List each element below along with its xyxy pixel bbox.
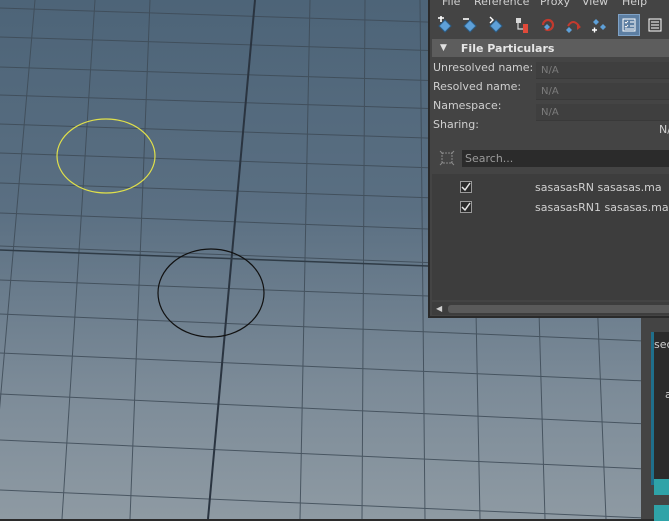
reference-label: sasasasRN1 sasasas.ma (535, 201, 669, 214)
reference-load-checkbox[interactable] (460, 181, 472, 193)
replace-reference-button[interactable] (563, 14, 585, 36)
search-row (432, 146, 669, 170)
sharing-value: N/ (659, 123, 669, 136)
file-particulars-title: File Particulars (460, 41, 555, 55)
replace-reference-icon (566, 21, 581, 33)
remove-reference-button[interactable] (459, 14, 481, 36)
reference-list: sasasasRN sasasas.ma sasasasRN1 sasasas.… (432, 174, 669, 300)
menu-bar: File Reference Proxy View Help (430, 0, 669, 9)
namespace-label: Namespace: (433, 99, 502, 112)
search-input[interactable] (462, 150, 669, 167)
selected-circle-curve[interactable] (56, 118, 156, 194)
dock-card (651, 332, 669, 485)
reference-label: sasasasRN sasasas.ma (535, 181, 662, 194)
proxy-reference-button[interactable] (589, 14, 611, 36)
reference-hierarchy-icon (516, 18, 528, 33)
dock-card-body (654, 332, 669, 485)
dock-label-fragment: sec (654, 338, 669, 351)
dock-letter-fragment: a (665, 388, 669, 401)
menu-proxy[interactable]: Proxy (540, 0, 570, 8)
sharing-row: Sharing: N/ (432, 118, 669, 136)
reference-hierarchy-button[interactable] (511, 14, 533, 36)
proxy-reference-icon (592, 19, 606, 33)
checkmark-icon (461, 182, 471, 192)
import-reference-icon (489, 16, 503, 33)
resolved-name-label: Resolved name: (433, 80, 522, 93)
list-view-button[interactable] (618, 14, 640, 36)
menu-view[interactable]: View (582, 0, 608, 8)
toolbar (430, 12, 669, 38)
reference-load-checkbox[interactable] (460, 201, 472, 213)
unresolved-name-label: Unresolved name: (433, 61, 534, 74)
horizontal-scrollbar[interactable]: ◀ (432, 302, 669, 315)
scroll-left-arrow-icon[interactable]: ◀ (436, 304, 442, 313)
right-dock-panel: sec a (641, 318, 669, 521)
circle-curve[interactable] (157, 248, 265, 338)
menu-file[interactable]: File (442, 0, 460, 8)
unresolved-name-row: Unresolved name: N/A (432, 61, 669, 79)
file-particulars-header[interactable]: ▼ File Particulars (432, 39, 669, 57)
list-item[interactable]: sasasasRN sasasas.ma (432, 178, 669, 198)
list-item[interactable]: sasasasRN1 sasasas.ma (432, 198, 669, 218)
checkmark-icon (461, 202, 471, 212)
reload-reference-icon (541, 18, 555, 32)
reload-reference-button[interactable] (537, 14, 559, 36)
menu-help[interactable]: Help (622, 0, 647, 8)
list-view-icon (622, 18, 636, 32)
scrollbar-thumb[interactable] (448, 305, 669, 313)
unresolved-name-field[interactable]: N/A (536, 62, 669, 79)
details-view-icon (648, 18, 662, 32)
remove-reference-icon (463, 18, 477, 33)
add-reference-button[interactable] (434, 14, 456, 36)
dock-teal-button[interactable] (654, 479, 669, 495)
details-view-button[interactable] (644, 14, 666, 36)
menu-reference[interactable]: Reference (474, 0, 529, 8)
import-reference-button[interactable] (485, 14, 507, 36)
resolved-name-field[interactable]: N/A (536, 83, 669, 100)
add-reference-icon (438, 16, 452, 33)
collapse-arrow-icon[interactable]: ▼ (440, 43, 447, 53)
filter-icon[interactable] (439, 150, 455, 166)
sharing-label: Sharing: (433, 118, 479, 131)
reference-editor-panel: File Reference Proxy View Help ▼ File Pa… (428, 0, 669, 318)
namespace-row: Namespace: N/A (432, 99, 669, 121)
resolved-name-row: Resolved name: N/A (432, 80, 669, 100)
